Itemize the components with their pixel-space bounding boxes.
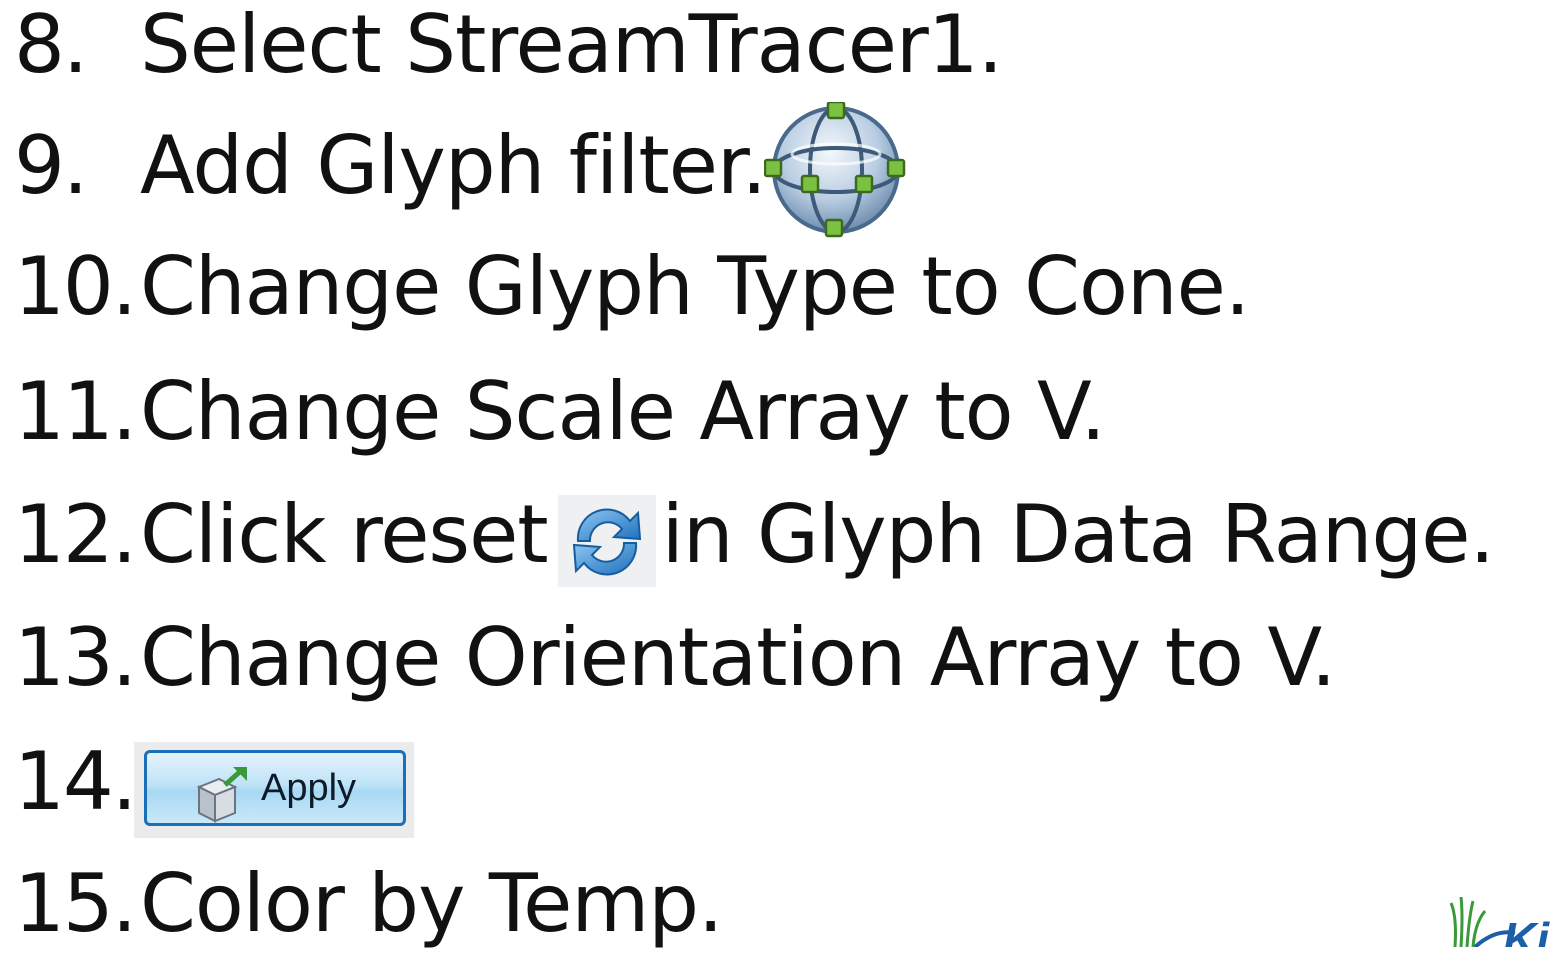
apply-cube-icon (191, 758, 251, 823)
step-12: 12. Click reset in Glyph Data Range. (0, 473, 1495, 596)
step-9: 9. Add Glyph filter. (0, 100, 914, 237)
step-number: 15. (14, 856, 137, 950)
step-text-after: in Glyph Data Range. (661, 487, 1495, 581)
instruction-list: 8. Select StreamTracer1. 9. Add Glyph fi… (0, 0, 1555, 947)
step-number: 11. (14, 364, 137, 458)
step-number: 10. (14, 239, 137, 333)
apply-button-frame: Apply (134, 741, 414, 838)
step-number: 14. (14, 734, 137, 828)
step-number: 9. (14, 118, 88, 212)
step-8: 8. Select StreamTracer1. (0, 0, 1003, 106)
glyph-filter-icon[interactable] (763, 100, 914, 242)
step-number: 12. (14, 487, 137, 581)
step-number: 8. (14, 0, 88, 91)
step-text: Change Orientation Array to V. (140, 610, 1336, 704)
step-text: Add Glyph filter. (140, 118, 767, 212)
apply-button[interactable]: Apply (144, 749, 406, 826)
step-text: Change Scale Array to V. (140, 364, 1106, 458)
kitware-logo: Ki (1445, 877, 1555, 947)
step-text: Color by Temp. (140, 856, 723, 950)
step-13: 13. Change Orientation Array to V. (0, 596, 1336, 719)
step-11: 11. Change Scale Array to V. (0, 350, 1106, 473)
step-number: 13. (14, 610, 137, 704)
reset-range-icon[interactable] (557, 494, 656, 587)
step-text: Change Glyph Type to Cone. (140, 239, 1250, 333)
apply-label: Apply (261, 766, 357, 809)
step-14: 14. Apply (0, 720, 414, 843)
step-text-before: Click reset (140, 487, 549, 581)
step-text: Select StreamTracer1. (140, 0, 1003, 91)
step-10: 10. Change Glyph Type to Cone. (0, 225, 1250, 348)
logo-text: Ki (1503, 913, 1550, 947)
